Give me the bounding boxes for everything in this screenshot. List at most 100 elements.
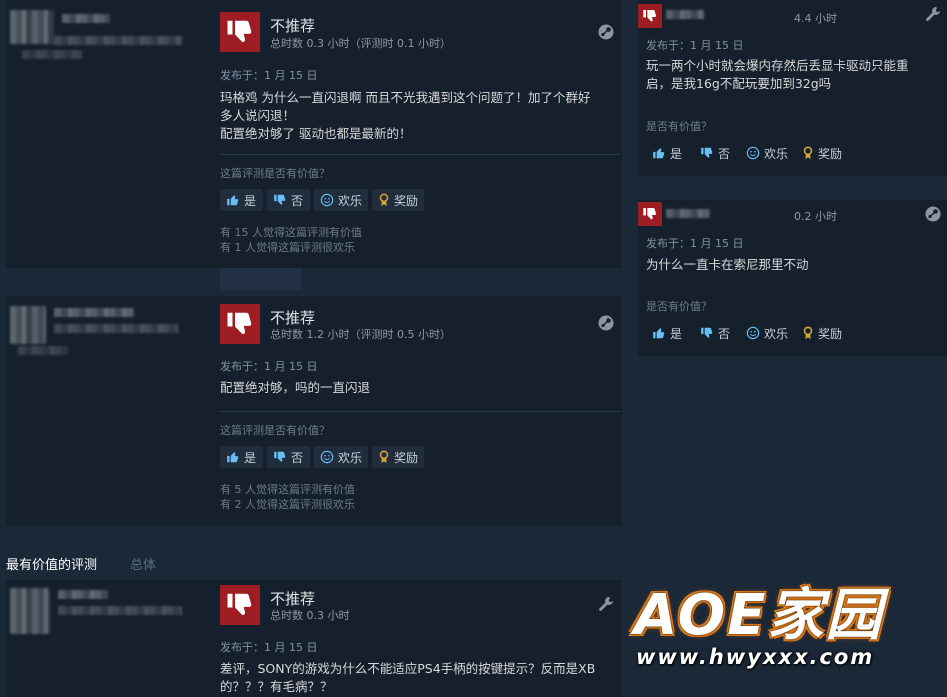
reviewer-reviews-info: [18, 346, 68, 355]
vote-yes-button[interactable]: 是: [220, 446, 263, 468]
side-review-card: 4.4 小时 发布于：1 月 15 日 玩一两个小时就会爆内存然后丢显卡驱动只能…: [638, 0, 947, 176]
review-content-line: 玛格鸡 为什么一直闪退啊 而且不光我遇到这个问题了！加了个群好: [220, 90, 591, 105]
review-card: 不推荐 总时数 0.3 小时 发布于：1 月 15 日 差评，SONY的游戏为什…: [6, 580, 622, 697]
reviewer-games-info: [54, 324, 178, 333]
steam-icon: [598, 24, 614, 40]
review-hours: 0.2 小时: [794, 210, 837, 223]
review-card: 不推荐 总时数 0.3 小时（评测时 0.1 小时） 发布于：1 月 15 日 …: [6, 0, 622, 268]
vote-no-label: 否: [718, 326, 731, 341]
thumbs-down-icon: [220, 304, 260, 344]
thumbs-down-icon: [701, 147, 713, 158]
review-content: 为什么一直卡在索尼那里不动: [646, 256, 942, 274]
review-hours: 总时数 0.3 小时（评测时 0.1 小时）: [270, 37, 451, 50]
award-label: 奖励: [818, 326, 843, 341]
review-content-line: 多人说闪退！: [220, 108, 296, 123]
reviewer-name[interactable]: [666, 209, 710, 218]
steam-icon: [598, 315, 614, 331]
reviewer-name[interactable]: [54, 308, 134, 317]
review-posted-date: 发布于：1 月 15 日: [220, 360, 318, 373]
vote-yes-label: 是: [244, 193, 257, 208]
helpful-question: 这篇评测是否有价值？: [220, 424, 330, 437]
review-content-line: 的？？？有毛病？？: [220, 679, 333, 694]
vote-no-label: 否: [291, 193, 304, 208]
award-button[interactable]: 奖励: [802, 322, 842, 344]
thumbs-down-icon: [220, 12, 260, 52]
comment-button[interactable]: [220, 268, 302, 290]
vote-funny-label: 欢乐: [338, 193, 363, 208]
reviewer-games-info: [58, 606, 182, 615]
thumbs-down-icon: [220, 585, 260, 625]
review-hours: 总时数 0.3 小时: [270, 609, 350, 622]
review-content-line: 启，是我16g不配玩要加到32g吗: [646, 76, 832, 91]
award-icon: [803, 146, 813, 160]
reviewer-games-info: [54, 36, 182, 45]
thumbs-down-icon: [274, 451, 286, 462]
avatar[interactable]: [10, 306, 46, 344]
vote-funny-label: 欢乐: [764, 326, 789, 341]
award-icon: [379, 450, 389, 464]
vote-funny-button[interactable]: 欢乐: [314, 446, 368, 468]
vote-yes-button[interactable]: 是: [652, 142, 682, 164]
divider: [220, 154, 620, 155]
reviewer-name[interactable]: [666, 10, 704, 19]
thumbs-up-icon: [227, 195, 239, 206]
review-content-line: 玩一两个小时就会爆内存然后丢显卡驱动只能重: [646, 58, 909, 73]
reviewer-name[interactable]: [58, 590, 108, 599]
funny-count: 有 1 人觉得这篇评测很欢乐: [220, 241, 355, 254]
review-content-line: 配置绝对够，吗的一直闪退: [220, 380, 371, 395]
vote-funny-button[interactable]: 欢乐: [746, 322, 788, 344]
helpful-question: 这篇评测是否有价值？: [220, 167, 330, 180]
award-icon: [379, 193, 389, 207]
review-posted-date: 发布于：1 月 15 日: [220, 69, 318, 82]
vote-no-button[interactable]: 否: [267, 189, 310, 211]
vote-no-button[interactable]: 否: [267, 446, 310, 468]
vote-no-button[interactable]: 否: [700, 322, 730, 344]
review-content: 差评，SONY的游戏为什么不能适应PS4手柄的按键提示？反而是XB 的？？？有毛…: [220, 660, 620, 696]
wrench-icon: [926, 7, 940, 21]
award-label: 奖励: [818, 146, 843, 161]
smile-icon: [746, 146, 760, 160]
award-icon: [803, 326, 813, 340]
smile-icon: [320, 450, 334, 464]
vote-funny-label: 欢乐: [764, 146, 789, 161]
helpful-count: 有 15 人觉得这篇评测有价值: [220, 226, 362, 239]
review-posted-date: 发布于：1 月 15 日: [646, 237, 744, 250]
award-button[interactable]: 奖励: [372, 189, 424, 211]
award-button[interactable]: 奖励: [372, 446, 424, 468]
reviewer-name[interactable]: [62, 14, 110, 23]
review-content: 玩一两个小时就会爆内存然后丢显卡驱动只能重 启，是我16g不配玩要加到32g吗: [646, 57, 942, 93]
vote-no-label: 否: [718, 146, 731, 161]
avatar[interactable]: [10, 588, 50, 634]
review-posted-date: 发布于：1 月 15 日: [220, 641, 318, 654]
review-content: 配置绝对够，吗的一直闪退: [220, 379, 620, 397]
section-title: 最有价值的评测: [6, 558, 98, 573]
review-content: 玛格鸡 为什么一直闪退啊 而且不光我遇到这个问题了！加了个群好 多人说闪退！ 配…: [220, 89, 620, 143]
award-label: 奖励: [394, 193, 419, 208]
award-button[interactable]: 奖励: [802, 142, 842, 164]
section-subtitle[interactable]: 总体: [130, 554, 156, 573]
review-hours: 总时数 1.2 小时（评测时 0.5 小时）: [270, 328, 451, 341]
wrench-icon: [599, 597, 613, 611]
review-content-line: 配置绝对够了 驱动也都是最新的！: [220, 126, 412, 141]
vote-yes-label: 是: [670, 326, 683, 341]
helpful-count: 有 5 人觉得这篇评测有价值: [220, 483, 355, 496]
helpful-question: 是否有价值？: [646, 120, 712, 133]
review-posted-date: 发布于：1 月 15 日: [646, 39, 744, 52]
funny-count: 有 2 人觉得这篇评测很欢乐: [220, 498, 355, 511]
thumbs-up-icon: [227, 452, 239, 463]
vote-yes-button[interactable]: 是: [652, 322, 682, 344]
review-verdict: 不推荐: [270, 590, 316, 608]
vote-yes-label: 是: [670, 146, 683, 161]
watermark-url: www.hwyxxx.com: [636, 645, 875, 669]
vote-no-label: 否: [291, 450, 304, 465]
avatar[interactable]: [10, 10, 54, 44]
thumbs-up-icon: [653, 328, 665, 339]
vote-yes-button[interactable]: 是: [220, 189, 263, 211]
vote-funny-button[interactable]: 欢乐: [314, 189, 368, 211]
thumbs-down-icon: [701, 327, 713, 338]
vote-no-button[interactable]: 否: [700, 142, 730, 164]
thumbs-down-icon: [274, 194, 286, 205]
smile-icon: [320, 193, 334, 207]
divider: [220, 411, 620, 412]
vote-funny-button[interactable]: 欢乐: [746, 142, 788, 164]
